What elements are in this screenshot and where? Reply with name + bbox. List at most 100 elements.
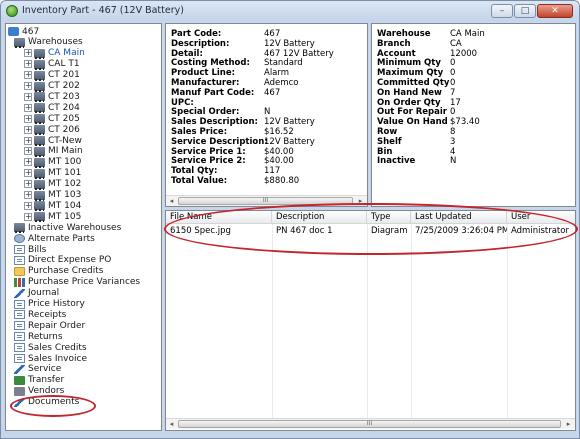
tree-returns[interactable]: Returns [14,331,63,342]
warehouse-detail-row: Bin 4 [377,147,540,157]
expand-toggle-icon[interactable]: + [24,158,32,167]
expand-toggle-icon[interactable]: + [24,71,32,80]
warehouse-truck-icon [34,114,45,125]
tree-direct-expense-po[interactable]: Direct Expense PO [14,255,111,266]
document-icon [14,310,25,320]
title-bar[interactable]: Inventory Part - 467 (12V Battery) – □ ✕ [1,1,579,21]
expand-toggle-icon[interactable]: + [24,92,32,101]
tree-sales-credits[interactable]: Sales Credits [14,342,87,353]
tree-bills[interactable]: Bills [14,244,46,255]
tree-warehouse-mt-103[interactable]: + MT 103 [24,190,81,201]
expand-toggle-icon[interactable]: + [24,49,32,58]
scroll-thumb[interactable]: III [178,420,561,428]
warehouse-truck-icon [34,179,45,190]
warehouse-detail-label: Warehouse [377,29,431,39]
tree-warehouse-mt-104[interactable]: + MT 104 [24,200,81,212]
tree-item-label: CT-New [48,135,82,146]
window-title: Inventory Part - 467 (12V Battery) [22,5,184,16]
tree-item-label: Receipts [28,309,67,320]
tree-purchase-price-variances[interactable]: Purchase Price Variances [14,277,140,288]
minimize-button[interactable]: – [491,4,513,18]
expand-toggle-icon[interactable]: + [24,125,32,134]
warehouse-detail-label: Value On Hand [377,117,448,128]
warehouse-detail-label: On Order Qty [377,97,441,108]
part-detail-row: Service Description: 12V Battery [171,137,354,147]
expand-toggle-icon[interactable]: + [24,136,32,145]
tree-warehouse-mt-102[interactable]: + MT 102 [24,179,81,190]
warehouse-truck-icon [34,48,45,59]
warehouse-detail-label: On Hand New [377,87,442,98]
expand-toggle-icon[interactable]: + [24,201,32,210]
tree-repair-order[interactable]: Repair Order [14,320,85,331]
expand-toggle-icon[interactable]: + [24,180,32,189]
document-icon [14,255,25,265]
expand-toggle-icon[interactable]: + [24,82,32,90]
part-detail-value: 467 12V Battery [264,48,334,59]
tree-inactive-warehouses[interactable]: Inactive Warehouses [14,222,121,234]
part-detail-row: Costing Method: Standard [171,58,354,68]
tree-warehouse-ca-main[interactable]: + CA Main [24,48,85,59]
scroll-left-arrow-icon[interactable]: ◂ [166,196,177,206]
warehouse-detail-value: 0 [450,107,456,118]
tree-alternate-parts[interactable]: Alternate Parts [14,233,95,244]
tree-receipts[interactable]: Receipts [14,309,66,320]
tree-transfer[interactable]: Transfer [14,375,64,386]
document-icon [14,245,25,254]
warehouse-detail-row: Warehouse CA Main [377,29,540,39]
close-button[interactable]: ✕ [537,4,573,18]
part-detail-row: Service Price 2: $40.00 [171,156,354,166]
warehouse-truck-icon [34,201,45,212]
part-detail-label: Sales Description: [171,117,258,128]
maximize-button[interactable]: □ [514,4,536,18]
part-detail-value: 467 [264,87,281,98]
warehouse-detail-row: On Order Qty 17 [377,98,540,108]
tree-warehouse-mt-100[interactable]: + MT 100 [24,157,81,168]
tree-item-label: Purchase Price Variances [28,277,141,288]
warehouse-detail-value: 7 [450,87,456,98]
tree-journal[interactable]: Journal [14,288,59,299]
tree-warehouse-mt-101[interactable]: + MT 101 [24,168,81,179]
tree-warehouse-ct-new[interactable]: + CT-New [24,135,82,146]
part-detail-label: Manufacturer: [171,78,240,88]
tree-warehouse-cal-t1[interactable]: + CAL T1 [24,59,80,70]
gear-icon [14,234,25,244]
tree-service[interactable]: Service [14,364,61,375]
folder-icon [14,266,25,276]
warehouse-detail-value: 8 [450,127,456,137]
warehouse-detail-value: CA Main [450,29,485,39]
scroll-left-arrow-icon[interactable]: ◂ [166,419,177,429]
expand-toggle-icon[interactable]: + [24,114,32,123]
tree-warehouse-ct-206[interactable]: + CT 206 [24,124,80,136]
expand-toggle-icon[interactable]: + [24,169,32,178]
documents-grid-hscrollbar[interactable]: ◂ III ▸ [166,418,575,429]
expand-toggle-icon[interactable]: + [24,60,32,69]
expand-toggle-icon[interactable]: + [24,191,32,199]
tree-warehouse-ct-201[interactable]: + CT 201 [24,70,80,81]
part-detail-row: Total Qty: 117 [171,166,354,176]
document-icon [14,332,25,342]
scroll-right-arrow-icon[interactable]: ▸ [563,419,574,429]
expand-toggle-icon[interactable]: + [24,212,32,221]
documents-highlight-oval [10,395,96,417]
app-icon [6,5,18,17]
tree-warehouses[interactable]: Warehouses [14,37,83,48]
warehouse-detail-row: Out For Repair 0 [377,107,540,117]
tree-root-part[interactable]: 467 [8,26,39,37]
tree-sales-invoice[interactable]: Sales Invoice [14,353,87,364]
part-detail-value: $40.00 [264,156,294,167]
tree-purchase-credits[interactable]: Purchase Credits [14,266,104,277]
bar-chart-icon [14,277,25,287]
tree-warehouse-mt-105[interactable]: + MT 105 [24,211,81,223]
tree-warehouse-ct-203[interactable]: + CT 203 [24,91,80,103]
tree-item-label: Bills [28,244,47,255]
part-detail-row: Sales Description: 12V Battery [171,117,354,127]
tree-warehouse-ct-204[interactable]: + CT 204 [24,102,80,114]
tree-warehouse-ct-205[interactable]: + CT 205 [24,113,80,125]
tree-warehouse-ct-202[interactable]: + CT 202 [24,81,80,92]
part-detail-row: Service Price 1: $40.00 [171,147,354,157]
expand-toggle-icon[interactable]: + [24,147,32,156]
part-detail-value: 117 [264,166,281,177]
expand-toggle-icon[interactable]: + [24,103,32,112]
tree-price-history[interactable]: Price History [14,299,85,310]
tree-warehouse-mi-main[interactable]: + MI Main [24,146,83,157]
